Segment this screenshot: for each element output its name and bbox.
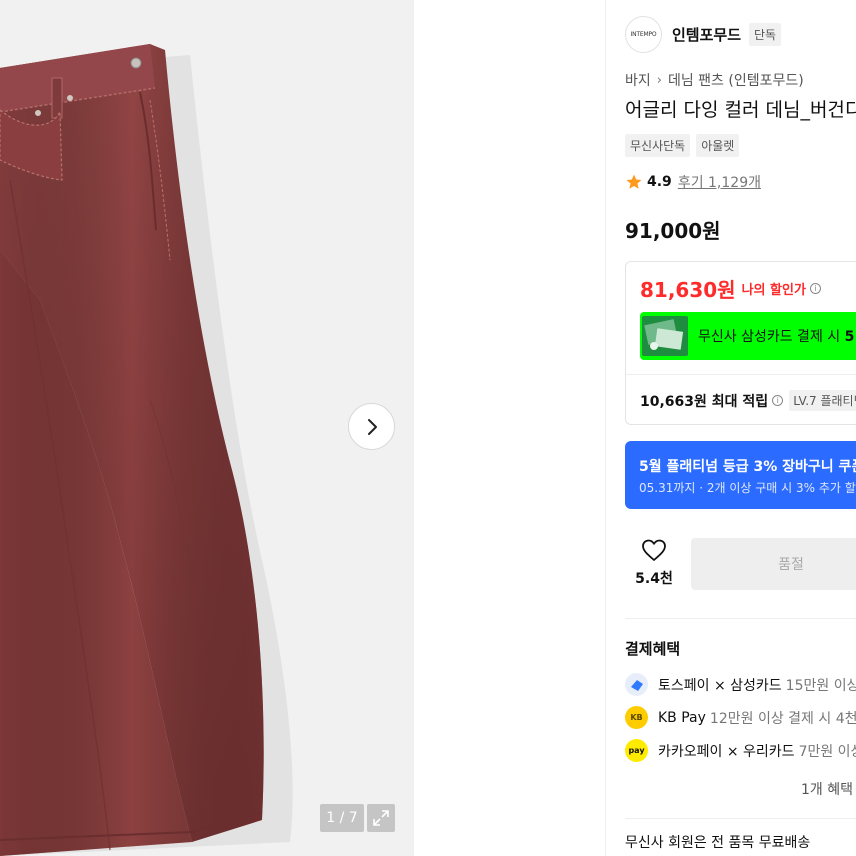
benefit-item-kakaopay[interactable]: pay 카카오페이 × 우리카드 7만원 이상 — [625, 739, 856, 762]
like-button[interactable]: 5.4천 — [634, 538, 674, 588]
brand-logo[interactable]: INTEMPO — [625, 16, 662, 53]
toss-icon — [625, 673, 648, 696]
star-icon — [626, 174, 642, 189]
kbpay-icon: KB — [625, 706, 648, 729]
benefit-desc: 7만원 이상 — [798, 743, 856, 760]
review-count-link[interactable]: 후기 1,129개 — [678, 172, 761, 192]
expand-icon — [373, 810, 389, 826]
card-promo-text: 무신사 삼성카드 결제 시 5 — [698, 329, 855, 345]
expand-image-button[interactable] — [367, 804, 395, 832]
card-promo-banner[interactable]: 무신사 삼성카드 결제 시 5 — [640, 312, 856, 360]
breadcrumb-category[interactable]: 바지 — [625, 70, 651, 90]
product-title: 어글리 다잉 컬러 데님_버건디 — [625, 99, 856, 121]
breadcrumb-chevron-icon: › — [656, 72, 662, 88]
like-count: 5.4천 — [635, 571, 673, 587]
sale-price-row: 81,630원 나의 할인가 i — [640, 274, 821, 303]
benefit-name: KB Pay — [658, 709, 706, 726]
heart-icon — [642, 539, 666, 561]
benefit-item-kbpay[interactable]: KB KB Pay 12만원 이상 결제 시 4천원 — [625, 706, 856, 729]
card-image-icon — [644, 319, 684, 350]
more-benefits-link[interactable]: 1개 혜택 더보기 — [801, 779, 856, 799]
chevron-right-icon — [367, 418, 377, 435]
breadcrumb-subcategory[interactable]: 데님 팬츠 (인템포무드) — [668, 70, 804, 90]
next-image-button[interactable] — [348, 403, 395, 450]
coupon-title: 5월 플래티넘 등급 3% 장바구니 쿠폰 — [639, 459, 856, 475]
breadcrumb: 바지 › 데님 팬츠 (인템포무드) — [625, 70, 804, 90]
sale-price: 81,630원 — [640, 278, 736, 302]
benefit-item-toss[interactable]: 토스페이 × 삼성카드 15만원 이상 — [625, 673, 856, 696]
info-icon[interactable]: i — [809, 283, 821, 294]
points-row: 10,663원 최대 적립 i LV.7 플래티넘 — [640, 390, 856, 411]
rating-score: 4.9 — [647, 174, 672, 190]
max-points: 10,663원 최대 적립 — [640, 393, 769, 410]
badge-outlet: 아울렛 — [696, 134, 740, 157]
product-badges: 무신사단독 아울렛 — [625, 134, 740, 157]
benefit-desc: 15만원 이상 — [785, 677, 856, 694]
kakaopay-icon: pay — [625, 739, 648, 762]
section-divider — [625, 818, 856, 819]
free-shipping-text: 무신사 회원은 전 품목 무료배송 — [625, 835, 811, 851]
benefit-name: 토스페이 × 삼성카드 — [658, 677, 782, 694]
card-thumbnail — [642, 316, 688, 356]
product-info-panel: INTEMPO 인템포무드 단독 바지 › 데님 팬츠 (인템포무드) 어글리 … — [606, 0, 856, 856]
gallery-gap — [414, 0, 606, 856]
points-info-icon[interactable]: i — [772, 395, 784, 406]
benefit-desc: 12만원 이상 결제 시 4천원 — [709, 710, 856, 727]
image-counter: 1 / 7 — [320, 804, 364, 832]
discount-box: 81,630원 나의 할인가 i 무신사 삼성카드 결제 시 5 10,663원… — [625, 261, 856, 425]
rating-row: 4.9 후기 1,129개 — [625, 172, 761, 192]
exclusive-tag: 단독 — [749, 23, 782, 46]
brand-row[interactable]: INTEMPO 인템포무드 단독 — [625, 16, 782, 53]
product-image-gallery: 1 / 7 — [0, 0, 414, 856]
soldout-button[interactable]: 품절 — [691, 538, 856, 590]
badge-musinsa-exclusive: 무신사단독 — [625, 134, 691, 157]
member-level-badge: LV.7 플래티넘 — [789, 390, 856, 411]
section-divider — [625, 618, 856, 619]
coupon-subtitle: 05.31까지 · 2개 이상 구매 시 3% 추가 할인 — [639, 481, 856, 495]
brand-name[interactable]: 인템포무드 — [672, 24, 741, 45]
benefit-name: 카카오페이 × 우리카드 — [658, 743, 795, 760]
original-price: 91,000원 — [625, 219, 721, 243]
box-divider — [626, 374, 856, 375]
coupon-banner[interactable]: 5월 플래티넘 등급 3% 장바구니 쿠폰 05.31까지 · 2개 이상 구매… — [625, 441, 856, 509]
sale-price-label: 나의 할인가 — [741, 283, 806, 298]
payment-benefits-title: 결제혜택 — [625, 640, 681, 658]
